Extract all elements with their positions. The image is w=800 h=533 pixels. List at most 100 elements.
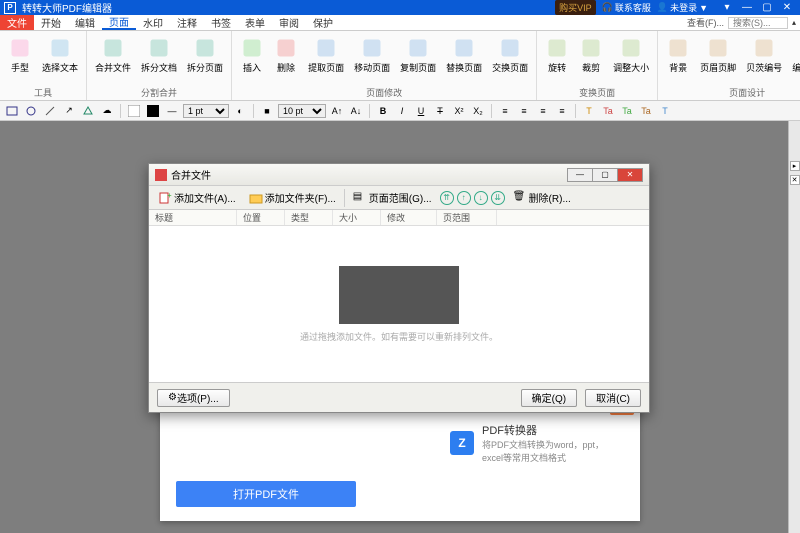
select-text-button[interactable]: 选择文本 bbox=[40, 34, 80, 76]
maximize-button[interactable]: ▢ bbox=[758, 2, 776, 14]
italic-icon[interactable]: I bbox=[394, 103, 410, 119]
move-up-button[interactable]: ↑ bbox=[457, 191, 471, 205]
page-range-button[interactable]: ▤ 页面范围(G)... bbox=[348, 187, 437, 208]
shape-poly-icon[interactable] bbox=[80, 103, 96, 119]
column-header[interactable]: 修改 bbox=[381, 210, 437, 225]
text-effect4-icon[interactable]: T bbox=[657, 103, 673, 119]
opacity-icon[interactable]: ◐ bbox=[232, 103, 248, 119]
collapse-ribbon-icon[interactable]: ▴ bbox=[792, 18, 796, 27]
insert-button[interactable]: 插入 bbox=[238, 34, 266, 76]
text-effect3-icon[interactable]: Ta bbox=[638, 103, 654, 119]
align-left-icon[interactable]: ≡ bbox=[497, 103, 513, 119]
text-color-icon[interactable]: ■ bbox=[259, 103, 275, 119]
rotate-button[interactable]: 旋转 bbox=[543, 34, 571, 76]
swap-pages-button[interactable]: 交换页面 bbox=[490, 34, 530, 76]
align-right-icon[interactable]: ≡ bbox=[535, 103, 551, 119]
contact-support-button[interactable]: 🎧 联系客服 bbox=[602, 1, 651, 14]
delete-button[interactable]: 🗑 删除(R)... bbox=[508, 187, 576, 208]
column-header[interactable]: 标题 bbox=[149, 210, 237, 225]
fill-color-icon[interactable] bbox=[126, 103, 142, 119]
header-footer-button[interactable]: 页眉页脚 bbox=[698, 34, 738, 76]
move-top-button[interactable]: ⇈ bbox=[440, 191, 454, 205]
copy-pages-button[interactable]: 复制页面 bbox=[398, 34, 438, 76]
options-button[interactable]: ⚙ 选项(P)... bbox=[157, 389, 230, 407]
shape-cloud-icon[interactable]: ☁ bbox=[99, 103, 115, 119]
dialog-maximize-button[interactable]: ▢ bbox=[592, 168, 618, 182]
move-pages-button[interactable]: 移动页面 bbox=[352, 34, 392, 76]
add-file-button[interactable]: + 添加文件(A)... bbox=[153, 187, 241, 208]
font-size-select[interactable]: 10 pt bbox=[278, 104, 326, 118]
header-footer-label: 页眉页脚 bbox=[700, 61, 736, 74]
close-button[interactable]: ✕ bbox=[778, 2, 796, 14]
resize-button[interactable]: 调整大小 bbox=[611, 34, 651, 76]
crop-button[interactable]: 裁剪 bbox=[577, 34, 605, 76]
resize-icon bbox=[619, 36, 643, 60]
column-header[interactable]: 大小 bbox=[333, 210, 381, 225]
shape-arrow-icon[interactable]: ↗ bbox=[61, 103, 77, 119]
bates-number-button[interactable]: 贝茨编号 bbox=[744, 34, 784, 76]
column-header[interactable]: 位置 bbox=[237, 210, 285, 225]
extract-pages-button[interactable]: 提取页面 bbox=[306, 34, 346, 76]
move-down-button[interactable]: ↓ bbox=[474, 191, 488, 205]
add-folder-button[interactable]: 添加文件夹(F)... bbox=[244, 187, 341, 208]
user-login-button[interactable]: 👤 未登录 ▼ bbox=[657, 1, 708, 14]
page-number-label: 编排页码 bbox=[792, 61, 800, 74]
dialog-close-button[interactable]: ✕ bbox=[617, 168, 643, 182]
dialog-minimize-button[interactable]: — bbox=[567, 168, 593, 182]
split-pages-button[interactable]: 拆分页面 bbox=[185, 34, 225, 76]
shape-rect-icon[interactable] bbox=[4, 103, 20, 119]
tab-page[interactable]: 页面 bbox=[102, 15, 136, 30]
subscript-icon[interactable]: X₂ bbox=[470, 103, 486, 119]
tab-file[interactable]: 文件 bbox=[0, 15, 34, 30]
minimize-button[interactable]: — bbox=[738, 2, 756, 14]
panel-toggle-2[interactable]: ✕ bbox=[790, 175, 800, 185]
superscript-icon[interactable]: X² bbox=[451, 103, 467, 119]
dropdown-button[interactable]: ▾ bbox=[718, 2, 736, 14]
column-header[interactable]: 页范围 bbox=[437, 210, 497, 225]
stroke-color-icon[interactable] bbox=[145, 103, 161, 119]
panel-toggle-1[interactable]: ▸ bbox=[790, 161, 800, 171]
font-increase-icon[interactable]: A↑ bbox=[329, 103, 345, 119]
ribbon-group-页面设计: 背景页眉页脚贝茨编号编排页码页面设计 bbox=[658, 31, 800, 100]
line-weight-select[interactable]: 1 pt bbox=[183, 104, 229, 118]
hand-tool-button[interactable]: 手型 bbox=[6, 34, 34, 76]
dialog-titlebar[interactable]: 合并文件 — ▢ ✕ bbox=[149, 164, 649, 186]
shape-line-icon[interactable] bbox=[42, 103, 58, 119]
tab-edit[interactable]: 编辑 bbox=[68, 15, 102, 30]
delete-button[interactable]: 删除 bbox=[272, 34, 300, 76]
tab-review[interactable]: 审阅 bbox=[272, 15, 306, 30]
move-bottom-button[interactable]: ⇊ bbox=[491, 191, 505, 205]
tab-start[interactable]: 开始 bbox=[34, 15, 68, 30]
merge-files-button[interactable]: 合并文件 bbox=[93, 34, 133, 76]
tab-form[interactable]: 表单 bbox=[238, 15, 272, 30]
font-decrease-icon[interactable]: A↓ bbox=[348, 103, 364, 119]
search-input[interactable] bbox=[728, 17, 788, 29]
ok-button[interactable]: 确定(Q) bbox=[521, 389, 577, 407]
tab-protect[interactable]: 保护 bbox=[306, 15, 340, 30]
tab-annotate[interactable]: 注释 bbox=[170, 15, 204, 30]
align-center-icon[interactable]: ≡ bbox=[516, 103, 532, 119]
highlight-icon[interactable]: T bbox=[581, 103, 597, 119]
replace-pages-button[interactable]: 替换页面 bbox=[444, 34, 484, 76]
underline-icon[interactable]: U bbox=[413, 103, 429, 119]
buy-vip-button[interactable]: 购买VIP bbox=[555, 0, 596, 15]
strike-icon[interactable]: T bbox=[432, 103, 448, 119]
shape-circle-icon[interactable] bbox=[23, 103, 39, 119]
page-number-button[interactable]: 编排页码 bbox=[790, 34, 800, 76]
background-button[interactable]: 背景 bbox=[664, 34, 692, 76]
resize-label: 调整大小 bbox=[613, 61, 649, 74]
open-pdf-button[interactable]: 打开PDF文件 bbox=[176, 481, 356, 507]
dialog-file-list[interactable]: 通过拖拽添加文件。如有需要可以重新排列文件。 bbox=[149, 226, 649, 382]
tab-watermark[interactable]: 水印 bbox=[136, 15, 170, 30]
align-justify-icon[interactable]: ≡ bbox=[554, 103, 570, 119]
tab-bookmark[interactable]: 书签 bbox=[204, 15, 238, 30]
column-header[interactable]: 类型 bbox=[285, 210, 333, 225]
split-document-button[interactable]: 拆分文档 bbox=[139, 34, 179, 76]
view-dropdown[interactable]: 查看(F)... bbox=[687, 16, 724, 29]
extract-pages-icon bbox=[314, 36, 338, 60]
cancel-button[interactable]: 取消(C) bbox=[585, 389, 641, 407]
bold-icon[interactable]: B bbox=[375, 103, 391, 119]
text-effect2-icon[interactable]: Ta bbox=[619, 103, 635, 119]
line-style-icon[interactable]: — bbox=[164, 103, 180, 119]
text-effect1-icon[interactable]: Ta bbox=[600, 103, 616, 119]
